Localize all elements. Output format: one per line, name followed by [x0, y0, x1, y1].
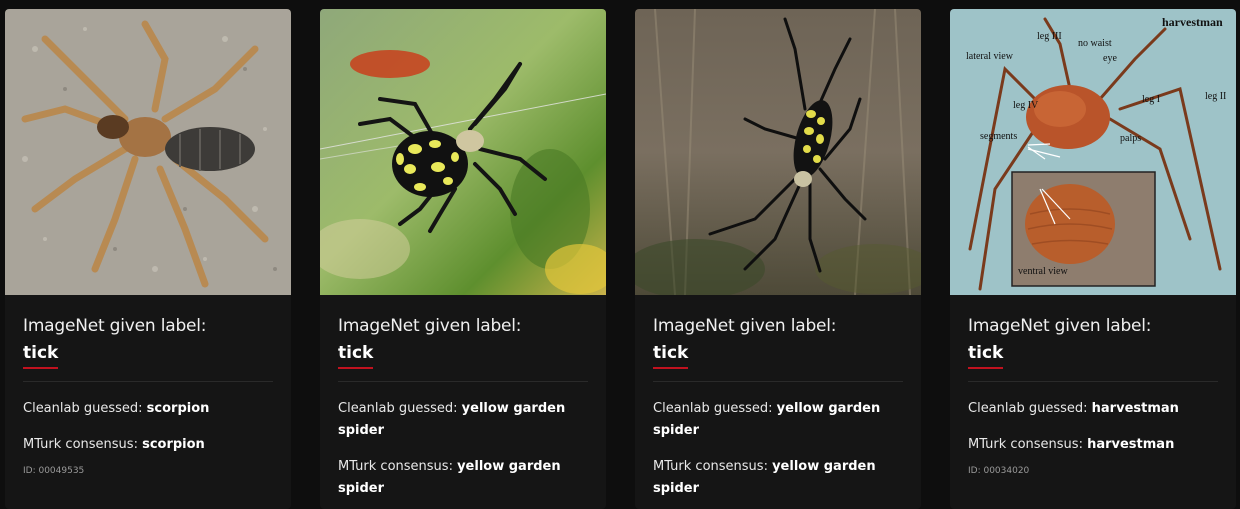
- annotation-title: harvestman: [1162, 15, 1223, 29]
- given-label-value: tick: [338, 343, 374, 369]
- given-label-heading: ImageNet given label:: [23, 316, 207, 336]
- divider: [653, 381, 903, 382]
- harvestman-diagram: harvestman lateral view leg III no waist…: [950, 9, 1236, 295]
- annotation-leg1: leg I: [1142, 94, 1160, 105]
- annotation-leg4: leg IV: [1013, 100, 1039, 111]
- mturk-consensus: MTurk consensus: yellow garden spider: [338, 456, 588, 500]
- argiope-spider-photo: [635, 9, 921, 295]
- annotation-segments: segments: [980, 131, 1017, 142]
- result-card: ImageNet given label: tick Cleanlab gues…: [320, 9, 606, 509]
- result-card: harvestman lateral view leg III no waist…: [950, 9, 1236, 509]
- cleanlab-prefix: Cleanlab guessed:: [653, 401, 777, 416]
- mturk-prefix: MTurk consensus:: [653, 459, 773, 474]
- card-image: [320, 9, 606, 295]
- cleanlab-prefix: Cleanlab guessed:: [338, 401, 462, 416]
- cleanlab-value: harvestman: [1091, 401, 1179, 416]
- cleanlab-prefix: Cleanlab guessed:: [968, 401, 1092, 416]
- image-id: ID: 00034020: [968, 466, 1030, 476]
- mturk-consensus: MTurk consensus: scorpion: [23, 434, 273, 456]
- mturk-consensus: MTurk consensus: harvestman: [968, 434, 1218, 456]
- given-label-value: tick: [23, 343, 59, 369]
- mturk-value: scorpion: [142, 437, 205, 452]
- mturk-value: harvestman: [1087, 437, 1175, 452]
- given-label-value: tick: [653, 343, 689, 369]
- mturk-prefix: MTurk consensus:: [23, 437, 143, 452]
- card-image: [635, 9, 921, 295]
- divider: [968, 381, 1218, 382]
- given-label-heading: ImageNet given label:: [338, 316, 522, 336]
- divider: [23, 381, 273, 382]
- mturk-prefix: MTurk consensus:: [968, 437, 1088, 452]
- annotation-lateral: lateral view: [966, 51, 1014, 62]
- sun-spider-photo: [5, 9, 291, 295]
- result-card: ImageNet given label: tick Cleanlab gues…: [5, 9, 291, 509]
- card-image: [5, 9, 291, 295]
- annotation-leg3: leg III: [1037, 31, 1062, 42]
- mturk-consensus: MTurk consensus: yellow garden spider: [653, 456, 903, 500]
- cleanlab-guess: Cleanlab guessed: scorpion: [23, 398, 273, 420]
- card-image: harvestman lateral view leg III no waist…: [950, 9, 1236, 295]
- mturk-prefix: MTurk consensus:: [338, 459, 458, 474]
- cleanlab-guess: Cleanlab guessed: yellow garden spider: [338, 398, 588, 442]
- cleanlab-guess: Cleanlab guessed: harvestman: [968, 398, 1218, 420]
- result-card: ImageNet given label: tick Cleanlab gues…: [635, 9, 921, 509]
- divider: [338, 381, 588, 382]
- annotation-eye: eye: [1103, 53, 1117, 64]
- image-id: ID: 00049535: [23, 466, 85, 476]
- cleanlab-value: scorpion: [146, 401, 210, 416]
- results-grid: ImageNet given label: tick Cleanlab gues…: [0, 0, 1240, 509]
- cleanlab-guess: Cleanlab guessed: yellow garden spider: [653, 398, 903, 442]
- given-label-heading: ImageNet given label:: [653, 316, 837, 336]
- cleanlab-prefix: Cleanlab guessed:: [23, 401, 147, 416]
- annotation-palps: palps: [1120, 133, 1141, 144]
- given-label-heading: ImageNet given label:: [968, 316, 1152, 336]
- annotation-no-waist: no waist: [1078, 38, 1112, 49]
- given-label-value: tick: [968, 343, 1004, 369]
- annotation-ventral: ventral view: [1018, 266, 1068, 277]
- garden-spider-photo: [320, 9, 606, 295]
- annotation-leg2: leg II: [1205, 91, 1226, 102]
